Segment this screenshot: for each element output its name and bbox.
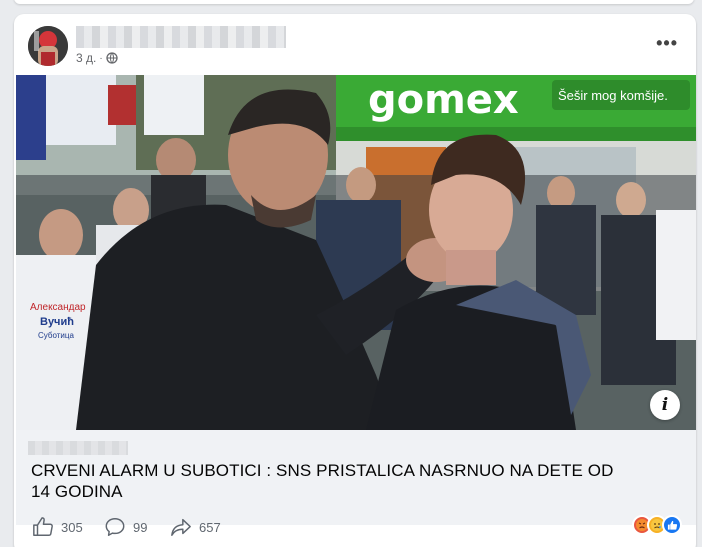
profile-avatar[interactable] xyxy=(28,26,68,66)
like-button[interactable]: 305 xyxy=(32,516,83,538)
like-count: 305 xyxy=(61,519,83,535)
shirt-text-3: Суботица xyxy=(38,331,74,340)
info-icon[interactable]: i xyxy=(650,390,680,420)
comment-icon xyxy=(105,518,125,536)
globe-icon xyxy=(106,52,118,64)
post-time[interactable]: 3 д. xyxy=(76,51,96,65)
link-headline[interactable]: CRVENI ALARM U SUBOTICI : SNS PRISTALICA… xyxy=(31,460,631,502)
post-card: 3 д. · ••• gomex Šešir mog komšije. Алек… xyxy=(14,14,696,547)
post-meta: 3 д. · xyxy=(76,51,118,65)
link-preview[interactable]: CRVENI ALARM U SUBOTICI : SNS PRISTALICA… xyxy=(16,430,696,525)
comment-count: 99 xyxy=(133,519,148,535)
meta-separator: · xyxy=(99,52,103,64)
store-sign: gomex xyxy=(368,77,519,123)
previous-post-card xyxy=(14,0,694,4)
author-name-redacted[interactable] xyxy=(76,26,286,48)
shirt-text-2: Вучић xyxy=(40,316,74,328)
comment-button[interactable]: 99 xyxy=(104,516,147,538)
post-photo[interactable]: gomex Šešir mog komšije. Александар Вучи… xyxy=(16,75,696,430)
post-footer: 305 99 657 xyxy=(14,512,696,542)
reactions-summary[interactable] xyxy=(632,515,682,535)
photo-scene: gomex Šešir mog komšije. Александар Вучи… xyxy=(16,75,696,430)
share-icon xyxy=(171,518,191,536)
like-reaction-icon xyxy=(662,515,682,535)
store-slogan: Šešir mog komšije. xyxy=(558,88,668,103)
avatar-image xyxy=(28,26,68,66)
share-count: 657 xyxy=(199,519,221,535)
share-button[interactable]: 657 xyxy=(170,516,221,538)
shirt-text-1: Александар xyxy=(30,302,86,313)
link-domain-redacted xyxy=(28,441,128,455)
post-header: 3 д. · ••• xyxy=(14,14,696,74)
thumbs-up-icon xyxy=(33,517,53,536)
more-options-icon[interactable]: ••• xyxy=(656,34,678,52)
